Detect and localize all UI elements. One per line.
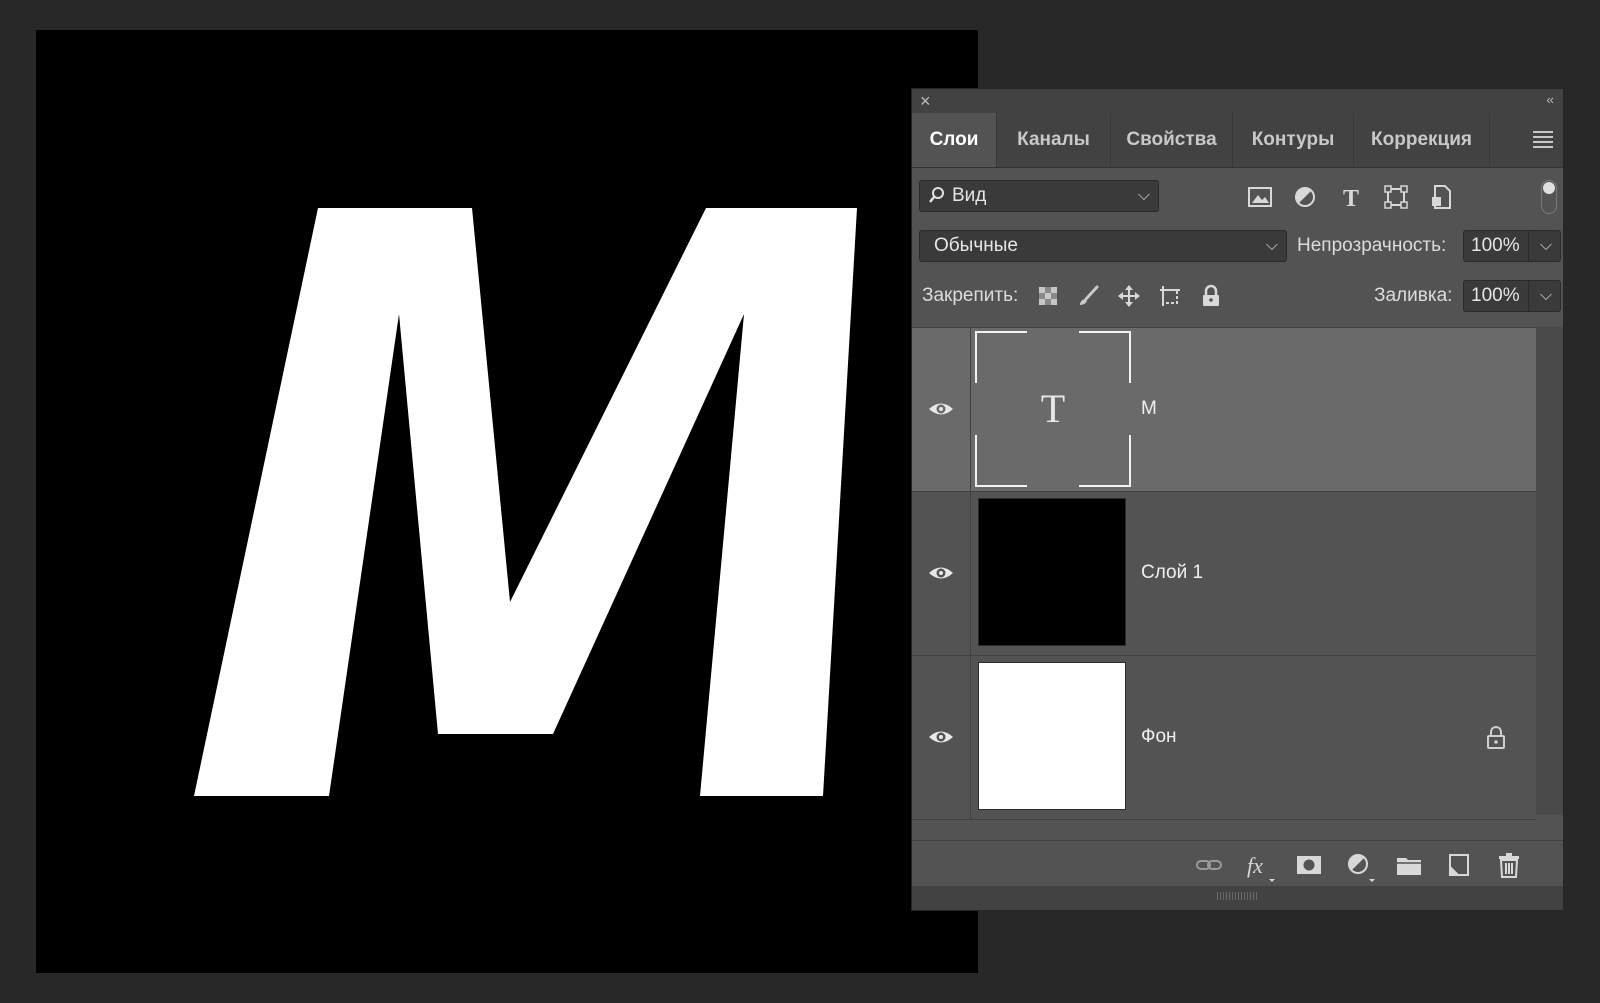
chevron-down-icon[interactable]: ⌵	[1540, 231, 1552, 261]
layer-row[interactable]: T M	[912, 328, 1536, 492]
blend-row: Обычные ⌵ Непрозрачность: 100% ⌵	[912, 230, 1563, 264]
image-filter-icon[interactable]	[1247, 184, 1273, 210]
eye-icon[interactable]	[928, 726, 954, 748]
layer-row[interactable]: Фон	[912, 656, 1536, 820]
filter-kind-label: Вид	[952, 185, 987, 206]
lock-image-pixels-icon[interactable]	[1077, 284, 1101, 308]
layers-bottom-toolbar: fx	[912, 840, 1563, 887]
fill-value: 100%	[1471, 285, 1520, 306]
new-group-icon[interactable]	[1395, 851, 1423, 879]
layer-thumbnail	[978, 662, 1126, 810]
new-layer-icon[interactable]	[1445, 851, 1473, 879]
layer-name: Фон	[1141, 726, 1177, 747]
opacity-label: Непрозрачность:	[1297, 235, 1447, 256]
eye-icon[interactable]	[928, 398, 954, 420]
panel-menu-icon[interactable]	[1533, 131, 1553, 151]
lock-all-icon[interactable]	[1199, 284, 1223, 308]
panel-tabs: Слои Каналы Свойства Контуры Коррекция	[912, 113, 1563, 168]
svg-text:fx: fx	[1247, 853, 1263, 878]
blend-mode-value: Обычные	[934, 235, 1018, 256]
opacity-value: 100%	[1471, 235, 1520, 256]
layer-name: M	[1141, 398, 1157, 419]
trash-icon[interactable]	[1495, 851, 1523, 879]
smart-object-filter-icon[interactable]	[1429, 184, 1455, 210]
lock-icon[interactable]	[1484, 724, 1508, 750]
fx-icon[interactable]: fx	[1245, 851, 1275, 882]
tab-channels[interactable]: Каналы	[997, 113, 1111, 167]
layer-visibility[interactable]	[912, 656, 971, 819]
document-canvas[interactable]	[36, 30, 978, 973]
eye-icon[interactable]	[928, 562, 954, 584]
fill-field[interactable]: 100% ⌵	[1463, 280, 1561, 312]
adjustment-filter-icon[interactable]	[1292, 184, 1318, 210]
link-layers-icon[interactable]	[1195, 851, 1223, 879]
svg-text:T: T	[1343, 186, 1359, 210]
lock-row: Закрепить: Заливка: 100% ⌵	[912, 280, 1563, 314]
text-layer-thumbnail: T	[975, 331, 1131, 487]
layers-list: T M Слой 1 Фон	[912, 327, 1536, 820]
filter-toggle[interactable]	[1541, 180, 1557, 214]
tab-properties[interactable]: Свойства	[1111, 113, 1233, 167]
layer-visibility[interactable]	[912, 492, 971, 655]
lock-transparent-pixels-icon[interactable]	[1036, 284, 1060, 308]
lock-label: Закрепить:	[922, 285, 1019, 306]
tab-adjustments[interactable]: Коррекция	[1354, 113, 1490, 167]
blend-mode-select[interactable]: Обычные ⌵	[919, 230, 1287, 262]
type-filter-icon[interactable]: T	[1338, 184, 1364, 212]
lock-position-icon[interactable]	[1117, 284, 1141, 308]
tab-layers[interactable]: Слои	[912, 113, 997, 167]
add-mask-icon[interactable]	[1295, 851, 1323, 879]
filter-row: Вид ⌵ T	[912, 180, 1563, 216]
shape-filter-icon[interactable]	[1383, 184, 1409, 210]
panel-resize-handle[interactable]	[912, 886, 1563, 910]
layer-name: Слой 1	[1141, 562, 1204, 583]
panel-titlebar: × ‹‹	[912, 89, 1563, 113]
fill-label: Заливка:	[1374, 285, 1453, 306]
layer-row[interactable]: Слой 1	[912, 492, 1536, 656]
opacity-field[interactable]: 100% ⌵	[1463, 230, 1561, 262]
filter-kind-select[interactable]: Вид ⌵	[919, 180, 1159, 212]
canvas-letter-m	[194, 208, 857, 796]
tab-paths[interactable]: Контуры	[1233, 113, 1354, 167]
lock-artboard-icon[interactable]	[1158, 284, 1182, 308]
search-icon	[928, 181, 946, 221]
adjustment-layer-icon[interactable]	[1345, 851, 1375, 882]
layer-visibility[interactable]	[912, 328, 971, 491]
layer-thumbnail	[978, 498, 1126, 646]
layers-panel: × ‹‹ Слои Каналы Свойства Контуры Коррек…	[911, 88, 1564, 911]
type-icon: T	[1040, 386, 1066, 431]
chevron-down-icon[interactable]: ⌵	[1540, 281, 1552, 311]
close-panel-icon[interactable]: ×	[920, 89, 931, 113]
collapse-panel-icon[interactable]: ‹‹	[1546, 89, 1554, 111]
layers-scrollbar[interactable]	[1536, 327, 1563, 815]
chevron-down-icon: ⌵	[1137, 187, 1150, 204]
chevron-down-icon: ⌵	[1265, 237, 1278, 254]
